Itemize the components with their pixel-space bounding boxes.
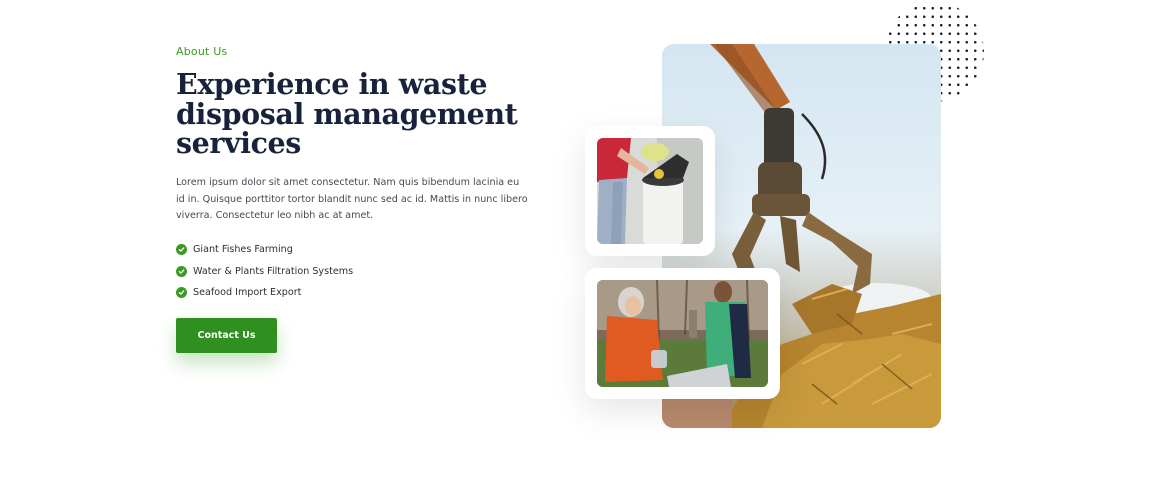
section-description: Lorem ipsum dolor sit amet consectetur. … (176, 175, 528, 225)
section-eyebrow: About Us (176, 45, 228, 58)
check-circle-icon (176, 265, 187, 277)
headline-line: Experience in waste (176, 67, 488, 101)
feature-item: Giant Fishes Farming (176, 239, 353, 261)
contact-us-button[interactable]: Contact Us (176, 318, 277, 353)
check-circle-icon (176, 287, 187, 299)
description-line: id in. Quisque porttitor tortor blandit … (176, 193, 528, 205)
feature-label: Giant Fishes Farming (193, 244, 293, 256)
check-circle-icon (176, 244, 187, 256)
feature-label: Water & Plants Filtration Systems (193, 265, 354, 277)
feature-list: Giant Fishes Farming Water & Plants Filt… (176, 239, 353, 304)
volunteers-collecting-bottles-photo (597, 280, 768, 387)
description-line: viverra. Consectetur leo nibh ac at amet… (176, 210, 374, 221)
headline-line: disposal management (176, 96, 518, 131)
headline-line: services (176, 126, 301, 160)
feature-item: Seafood Import Export (176, 282, 353, 304)
description-line: Lorem ipsum dolor sit amet consectetur. … (176, 177, 520, 188)
image-card-volunteers (585, 268, 780, 399)
image-card-recycling (585, 126, 715, 256)
feature-label: Seafood Import Export (193, 287, 302, 299)
section-headline: Experience in waste disposal management … (176, 67, 536, 160)
feature-item: Water & Plants Filtration Systems (176, 261, 353, 283)
recycling-bin-photo (597, 138, 703, 244)
